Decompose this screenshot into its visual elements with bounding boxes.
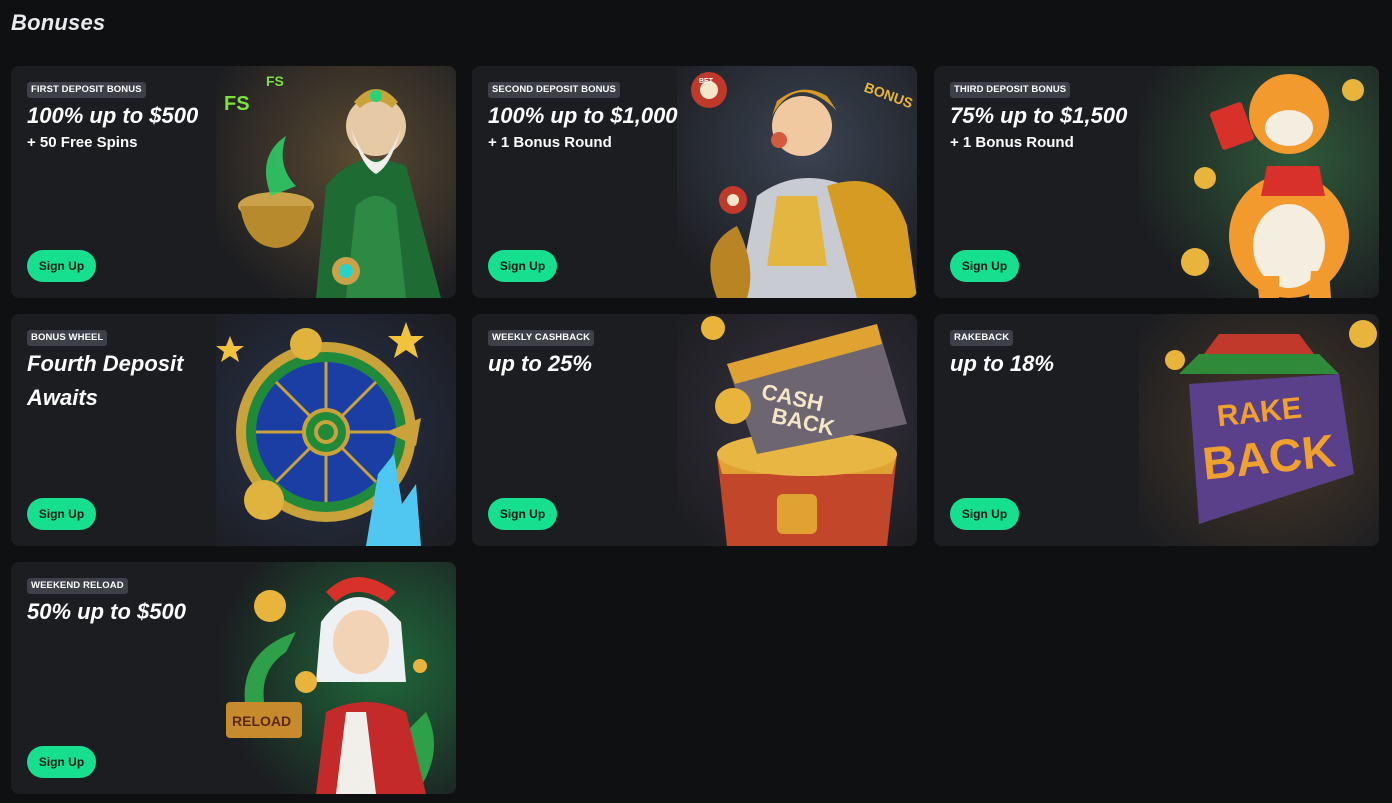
bonus-card-bonus-wheel: BONUS WHEEL Fourth Deposit Awaits Sign U…	[11, 314, 456, 546]
sign-up-button[interactable]: Sign Up	[950, 498, 1019, 530]
bonus-card-second-deposit: BET BONUS SECOND DEPOSIT BONUS 100% up t…	[472, 66, 917, 298]
card-tag: FIRST DEPOSIT BONUS	[27, 82, 146, 98]
card-headline: up to 25%	[488, 351, 592, 376]
sign-up-button[interactable]: Sign Up	[27, 746, 96, 778]
bonus-card-weekend-reload: RELOAD WEEKEND RELOAD 50% up to $500 Sig…	[11, 562, 456, 794]
card-headline: up to 18%	[950, 351, 1054, 376]
card-headline: 50% up to $500	[27, 599, 186, 624]
card-tag: RAKEBACK	[950, 330, 1014, 346]
card-tag: BONUS WHEEL	[27, 330, 108, 346]
card-headline: Fourth Deposit Awaits	[27, 351, 184, 410]
card-headline: 100% up to $1,000	[488, 103, 678, 128]
page-title: Bonuses	[11, 10, 106, 35]
card-subtitle: + 1 Bonus Round	[950, 134, 1074, 151]
bet-chip-label: BET	[699, 78, 714, 85]
card-subtitle: + 50 Free Spins	[27, 134, 138, 151]
bonus-wheel-illustration	[216, 314, 456, 546]
bonus-card-first-deposit: FS FS FIRST DEPOSIT BONUS 100% up to $50…	[11, 66, 456, 298]
sign-up-button[interactable]: Sign Up	[488, 498, 557, 530]
card-tag: WEEKEND RELOAD	[27, 578, 128, 594]
sign-up-button[interactable]: Sign Up	[950, 250, 1019, 282]
reload-sign-text: RELOAD	[232, 713, 291, 729]
reload-girl-illustration: RELOAD	[216, 562, 456, 794]
rakeback-logo-illustration: RAKE BACK	[1139, 314, 1379, 546]
card-tag: SECOND DEPOSIT BONUS	[488, 82, 620, 98]
fs-badge-2: FS	[266, 73, 284, 89]
cashback-chest-illustration: CASH BACK	[677, 314, 917, 546]
bonus-card-rakeback: RAKE BACK RAKEBACK up to 18% Sign Up	[934, 314, 1379, 546]
bonus-card-weekly-cashback: CASH BACK WEEKLY CASHBACK up to 25% Sign…	[472, 314, 917, 546]
card-headline: 75% up to $1,500	[950, 103, 1128, 128]
bonus-card-third-deposit: THIRD DEPOSIT BONUS 75% up to $1,500 + 1…	[934, 66, 1379, 298]
card-headline: 100% up to $500	[27, 103, 199, 128]
card-tag: WEEKLY CASHBACK	[488, 330, 595, 346]
sign-up-button[interactable]: Sign Up	[488, 250, 557, 282]
card-subtitle: + 1 Bonus Round	[488, 134, 612, 151]
sign-up-button[interactable]: Sign Up	[27, 498, 96, 530]
sign-up-button[interactable]: Sign Up	[27, 250, 96, 282]
card-tag: THIRD DEPOSIT BONUS	[950, 82, 1071, 98]
